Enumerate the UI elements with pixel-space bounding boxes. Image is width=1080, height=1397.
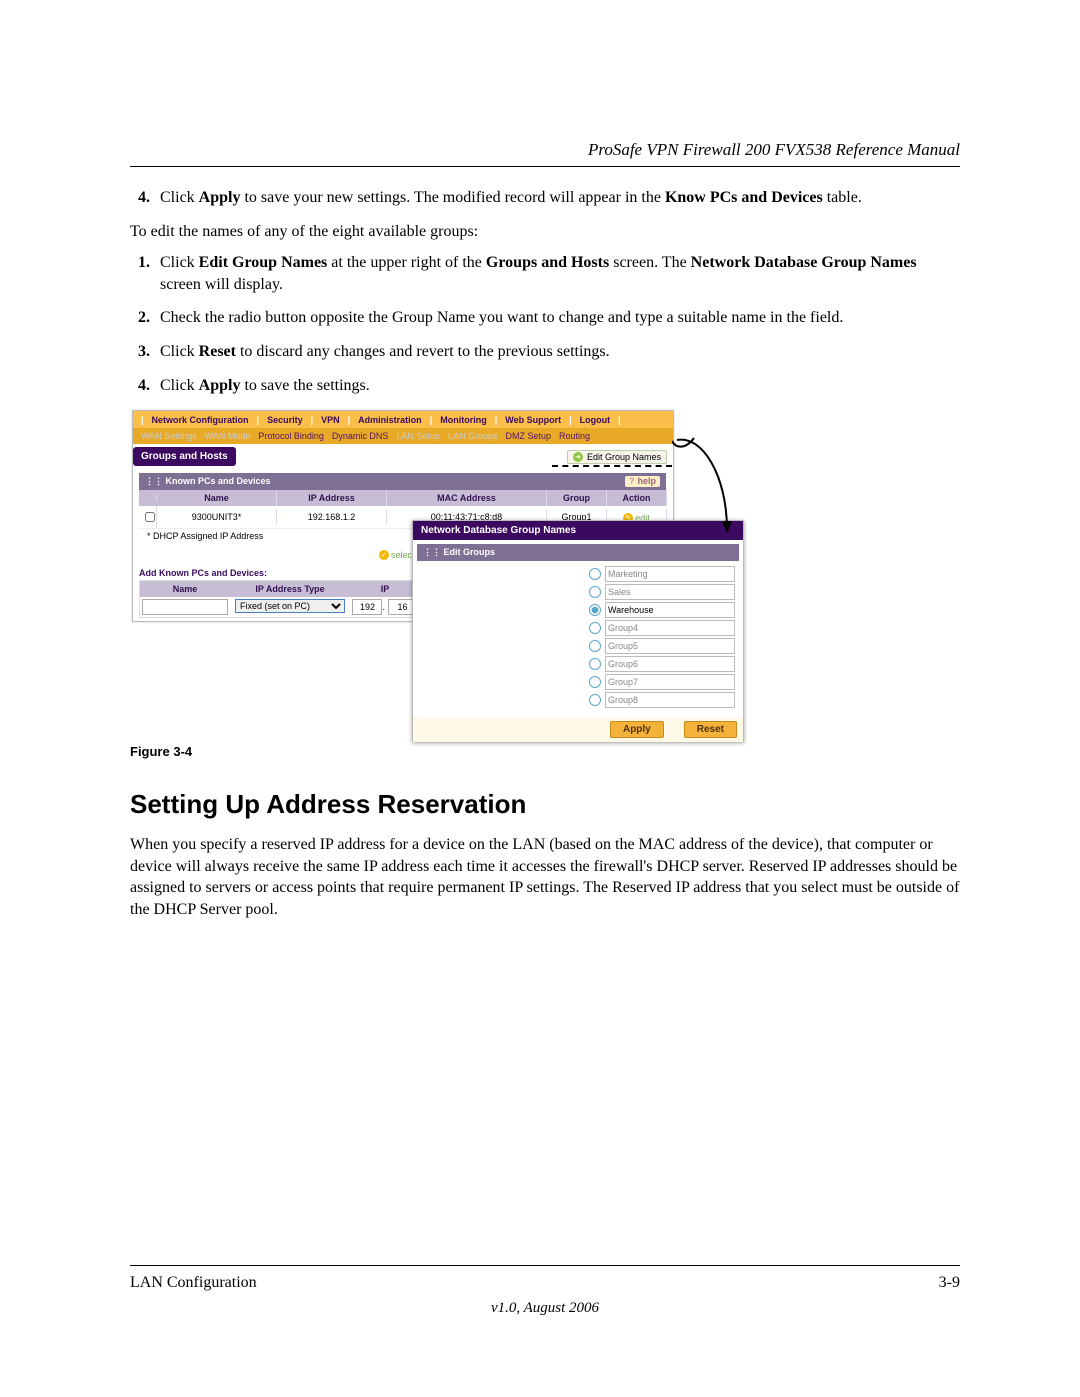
group-input-1[interactable] [605,566,735,582]
apply-word: Apply [199,189,241,206]
sub-lan-groups[interactable]: LAN Groups [448,431,498,441]
page-header: ProSafe VPN Firewall 200 FVX538 Referenc… [130,140,960,160]
select-all-icon: ✓ [379,550,389,560]
t: screen. The [609,254,690,271]
arrow-icon [672,435,762,555]
cell-name: 9300UNIT3* [157,509,277,525]
sub-protocol-binding[interactable]: Protocol Binding [258,431,324,441]
help-button[interactable]: ?help [625,476,660,487]
group-radio-3[interactable] [589,604,601,616]
add-name-input[interactable] [142,599,228,615]
col-group: Group [547,490,607,506]
col-ip: IP Address [277,490,387,506]
group-input-6[interactable] [605,656,735,672]
sub-nav: WAN Settings WAN Mode Protocol Binding D… [133,428,673,444]
group-input-8[interactable] [605,692,735,708]
t: Click [160,343,199,360]
figure-caption: Figure 3-4 [130,744,960,759]
step-2: Check the radio button opposite the Grou… [154,307,960,329]
group-input-4[interactable] [605,620,735,636]
section-paragraph: When you specify a reserved IP address f… [130,834,960,920]
t: to discard any changes and revert to the… [236,343,610,360]
row-checkbox[interactable] [145,512,155,522]
footer-version: v1.0, August 2006 [130,1300,960,1317]
t: Click [160,377,199,394]
tab-administration[interactable]: Administration [358,415,422,425]
apply-word: Apply [199,377,241,394]
top-nav: | Network Configuration| Security| VPN| … [133,411,673,428]
col-name: Name [157,490,277,506]
footer-rule [130,1265,960,1266]
groups-and-hosts-word: Groups and Hosts [486,254,609,271]
group-radio-4[interactable] [589,622,601,634]
group-radio-6[interactable] [589,658,601,670]
group-input-2[interactable] [605,584,735,600]
dashed-indicator [552,465,672,467]
known-pcs-header: ⋮⋮ Known PCs and Devices [145,476,271,487]
sub-dmz-setup[interactable]: DMZ Setup [506,431,552,441]
tab-logout[interactable]: Logout [580,415,611,425]
apply-button[interactable]: Apply [610,721,664,738]
edit-group-names-button[interactable]: ➜ Edit Group Names [567,450,667,464]
col-mac: MAC Address [387,490,547,506]
group-radio-2[interactable] [589,586,601,598]
ip-octet-1[interactable] [352,599,382,615]
tab-vpn[interactable]: VPN [321,415,340,425]
group-radio-7[interactable] [589,676,601,688]
group-radio-5[interactable] [589,640,601,652]
header-rule [130,166,960,167]
group-radio-1[interactable] [589,568,601,580]
group-input-5[interactable] [605,638,735,654]
tab-network-config[interactable]: Network Configuration [152,415,249,425]
txt: table. [823,189,862,206]
sub-lan-setup[interactable]: LAN Setup [396,431,440,441]
know-pcs-word: Know PCs and Devices [665,189,823,206]
arrow-icon: ➜ [573,452,583,462]
t: Click [160,254,199,271]
netdb-group-names-word: Network Database Group Names [691,254,917,271]
edit-group-names-label: Edit Group Names [587,452,661,462]
sub-routing[interactable]: Routing [559,431,590,441]
footer-left: LAN Configuration [130,1274,257,1292]
intro-groups: To edit the names of any of the eight av… [130,221,960,243]
edit-group-steps: Click Edit Group Names at the upper righ… [130,252,960,396]
t: screen will display. [160,276,283,293]
figure-3-4: | Network Configuration| Security| VPN| … [132,410,958,740]
add-col-name: Name [140,581,230,597]
sub-dynamic-dns[interactable]: Dynamic DNS [332,431,389,441]
group-radio-8[interactable] [589,694,601,706]
t: to save the settings. [240,377,369,394]
col-action: Action [607,490,667,506]
add-col-iptype: IP Address Type [230,581,350,597]
ip-address-type-select[interactable]: Fixed (set on PC) [235,599,345,613]
txt: to save your new settings. The modified … [240,189,664,206]
txt: Click [160,189,199,206]
tab-web-support[interactable]: Web Support [505,415,561,425]
sub-wan-settings[interactable]: WAN Settings [141,431,197,441]
sub-wan-mode[interactable]: WAN Mode [205,431,251,441]
footer-right: 3-9 [939,1274,960,1292]
section-heading: Setting Up Address Reservation [130,789,960,820]
t: at the upper right of the [327,254,486,271]
edit-group-names-word: Edit Group Names [199,254,328,271]
group-input-3[interactable] [605,602,735,618]
add-col-ip: IP [350,581,420,597]
tab-security[interactable]: Security [267,415,303,425]
reset-button[interactable]: Reset [684,721,737,738]
group-input-7[interactable] [605,674,735,690]
reset-word: Reset [199,343,236,360]
groups-and-hosts-title: Groups and Hosts [133,447,236,466]
continuation-step: Click Apply to save your new settings. T… [130,187,960,209]
cell-ip: 192.168.1.2 [277,509,387,525]
help-icon: ? [629,476,635,487]
tab-monitoring[interactable]: Monitoring [440,415,487,425]
